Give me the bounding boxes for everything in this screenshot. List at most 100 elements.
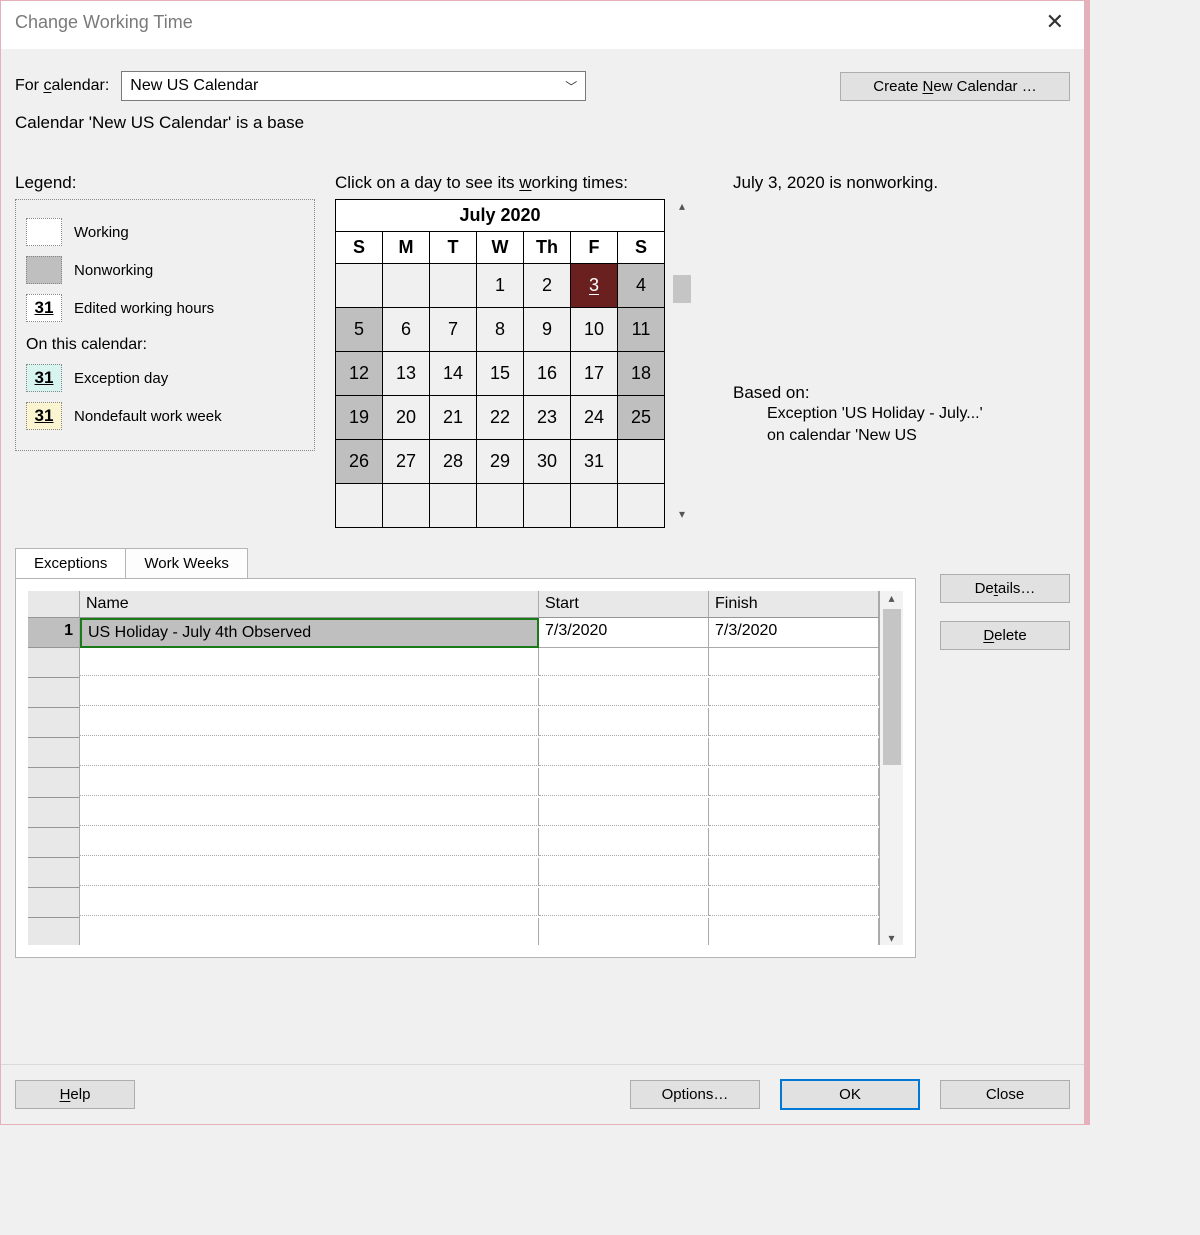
calendar-select[interactable]: New US Calendar ﹀ bbox=[121, 71, 586, 101]
calendar-day-header: S bbox=[336, 232, 383, 264]
titlebar: Change Working Time ✕ bbox=[1, 1, 1084, 49]
delete-button[interactable]: Delete bbox=[940, 621, 1070, 650]
exc-empty-row[interactable] bbox=[28, 768, 879, 798]
calendar-day-cell[interactable]: 11 bbox=[618, 308, 665, 352]
calendar-day-cell[interactable]: 15 bbox=[477, 352, 524, 396]
exc-row-selected[interactable]: 1 US Holiday - July 4th Observed 7/3/202… bbox=[28, 618, 879, 648]
info-day-status: July 3, 2020 is nonworking. bbox=[733, 173, 1055, 193]
calendar-day-cell[interactable]: 29 bbox=[477, 440, 524, 484]
calendar-day-cell[interactable]: 9 bbox=[524, 308, 571, 352]
exc-head-finish[interactable]: Finish bbox=[709, 591, 879, 618]
calendar-day-cell[interactable]: 13 bbox=[383, 352, 430, 396]
calendar-day-cell[interactable]: 12 bbox=[336, 352, 383, 396]
exc-empty-row[interactable] bbox=[28, 798, 879, 828]
calendar-day-cell[interactable]: 30 bbox=[524, 440, 571, 484]
close-icon[interactable]: ✕ bbox=[1040, 9, 1070, 35]
scroll-thumb[interactable] bbox=[673, 275, 691, 303]
calendar-day-cell[interactable]: 23 bbox=[524, 396, 571, 440]
calendar-day-cell[interactable]: 27 bbox=[383, 440, 430, 484]
calendar-day-cell[interactable]: 16 bbox=[524, 352, 571, 396]
help-button[interactable]: Help bbox=[15, 1080, 135, 1109]
create-new-calendar-button[interactable]: Create New Calendar … bbox=[840, 72, 1070, 101]
exc-row-name[interactable]: US Holiday - July 4th Observed bbox=[80, 618, 539, 648]
exc-header-row: Name Start Finish bbox=[28, 591, 879, 618]
tabs-area: Exceptions Work Weeks Name Start Finish … bbox=[1, 528, 1084, 958]
calendar-column: Click on a day to see its working times:… bbox=[335, 173, 705, 528]
exc-empty-row[interactable] bbox=[28, 708, 879, 738]
calendar-scrollbar[interactable]: ▴ ▾ bbox=[671, 199, 693, 521]
legend-column: Legend: Working Nonworking 31 Edited wor… bbox=[15, 173, 315, 528]
close-button[interactable]: Close bbox=[940, 1080, 1070, 1109]
swatch-working bbox=[26, 218, 62, 246]
calendar-day-cell[interactable]: 3 bbox=[571, 264, 618, 308]
calendar-day-cell[interactable]: 26 bbox=[336, 440, 383, 484]
calendar-day-cell[interactable]: 18 bbox=[618, 352, 665, 396]
exc-empty-row[interactable] bbox=[28, 738, 879, 768]
calendar-day-header: M bbox=[383, 232, 430, 264]
options-button[interactable]: Options… bbox=[630, 1080, 760, 1109]
exceptions-table[interactable]: Name Start Finish 1 US Holiday - July 4t… bbox=[28, 591, 879, 945]
calendar-day-header: F bbox=[571, 232, 618, 264]
scroll-up-icon[interactable]: ▴ bbox=[679, 199, 685, 213]
legend-nondefault-label: Nondefault work week bbox=[74, 408, 222, 425]
exceptions-scrollbar[interactable]: ▴ ▾ bbox=[879, 591, 903, 945]
calendar-day-cell[interactable]: 21 bbox=[430, 396, 477, 440]
calendar-day-cell[interactable]: 14 bbox=[430, 352, 477, 396]
calendar-grid[interactable]: July 2020 SMTWThFS 123456789101112131415… bbox=[335, 199, 665, 528]
calendar-day-cell[interactable]: 4 bbox=[618, 264, 665, 308]
calendar-day-cell[interactable]: 31 bbox=[571, 440, 618, 484]
details-button[interactable]: Details… bbox=[940, 574, 1070, 603]
exc-row-start[interactable]: 7/3/2020 bbox=[539, 618, 709, 648]
calendar-day-cell[interactable]: 1 bbox=[477, 264, 524, 308]
scroll-down-icon[interactable]: ▾ bbox=[679, 507, 685, 521]
info-based-on-detail2: on calendar 'New US bbox=[733, 425, 1055, 447]
legend-working: Working bbox=[26, 218, 304, 246]
exc-empty-row[interactable] bbox=[28, 828, 879, 858]
chevron-down-icon: ﹀ bbox=[565, 78, 577, 95]
scroll-down-icon[interactable]: ▾ bbox=[888, 931, 894, 945]
tab-work-weeks[interactable]: Work Weeks bbox=[125, 548, 247, 578]
exc-empty-row[interactable] bbox=[28, 678, 879, 708]
calendar-day-cell[interactable]: 5 bbox=[336, 308, 383, 352]
calendar-day-cell[interactable]: 8 bbox=[477, 308, 524, 352]
calendar-day-cell[interactable]: 6 bbox=[383, 308, 430, 352]
legend-on-calendar: On this calendar: bbox=[26, 336, 304, 354]
calendar-day-header: W bbox=[477, 232, 524, 264]
tabpanel-exceptions: Name Start Finish 1 US Holiday - July 4t… bbox=[15, 578, 916, 958]
legend-exception-day: 31 Exception day bbox=[26, 364, 304, 392]
calendar-day-cell bbox=[336, 264, 383, 308]
exc-empty-row[interactable] bbox=[28, 888, 879, 918]
exc-head-start[interactable]: Start bbox=[539, 591, 709, 618]
legend-working-label: Working bbox=[74, 224, 129, 241]
ok-button[interactable]: OK bbox=[780, 1079, 920, 1110]
calendar-day-cell[interactable]: 19 bbox=[336, 396, 383, 440]
mid-area: Legend: Working Nonworking 31 Edited wor… bbox=[1, 133, 1084, 528]
exc-empty-row[interactable] bbox=[28, 858, 879, 888]
info-based-on-label: Based on: bbox=[733, 383, 1055, 403]
calendar-day-cell[interactable]: 10 bbox=[571, 308, 618, 352]
calendar-day-cell[interactable]: 25 bbox=[618, 396, 665, 440]
dialog-change-working-time: Change Working Time ✕ For calendar: New … bbox=[0, 0, 1090, 1125]
exc-head-name[interactable]: Name bbox=[80, 591, 539, 618]
calendar-day-cell bbox=[383, 264, 430, 308]
scroll-up-icon[interactable]: ▴ bbox=[888, 591, 894, 605]
calendar-day-cell[interactable]: 2 bbox=[524, 264, 571, 308]
legend-title: Legend: bbox=[15, 173, 315, 199]
exc-row-finish[interactable]: 7/3/2020 bbox=[709, 618, 879, 648]
exc-empty-row[interactable] bbox=[28, 648, 879, 678]
calendar-instruction: Click on a day to see its working times: bbox=[335, 173, 705, 199]
legend-edited-hours: 31 Edited working hours bbox=[26, 294, 304, 322]
calendar-day-cell[interactable]: 28 bbox=[430, 440, 477, 484]
swatch-edited: 31 bbox=[26, 294, 62, 322]
calendar-day-cell[interactable]: 17 bbox=[571, 352, 618, 396]
scroll-thumb[interactable] bbox=[883, 609, 901, 765]
exc-empty-row[interactable] bbox=[28, 918, 879, 945]
calendar-day-cell bbox=[383, 484, 430, 528]
calendar-day-cell[interactable]: 22 bbox=[477, 396, 524, 440]
calendar-day-cell[interactable]: 7 bbox=[430, 308, 477, 352]
calendar-day-cell[interactable]: 24 bbox=[571, 396, 618, 440]
tab-exceptions[interactable]: Exceptions bbox=[15, 548, 126, 578]
calendar-wrap: July 2020 SMTWThFS 123456789101112131415… bbox=[335, 199, 705, 528]
calendar-day-cell[interactable]: 20 bbox=[383, 396, 430, 440]
calendar-day-cell bbox=[618, 440, 665, 484]
